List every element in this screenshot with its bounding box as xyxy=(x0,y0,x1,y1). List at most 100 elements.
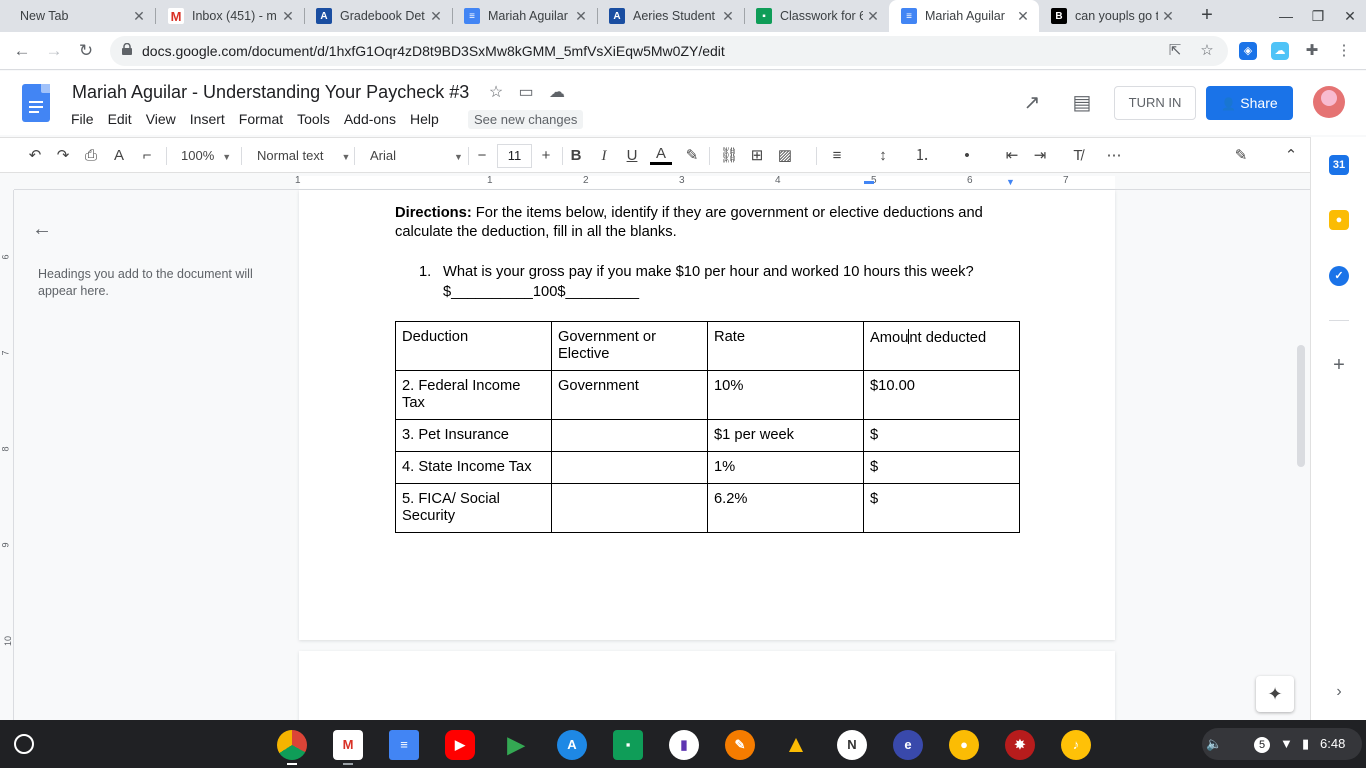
insert-link-icon[interactable]: ⛓ xyxy=(718,144,740,168)
avatar[interactable] xyxy=(1313,86,1345,118)
increase-indent-icon[interactable]: ⇥ xyxy=(1029,144,1051,168)
turn-in-button[interactable]: TURN IN xyxy=(1114,86,1196,120)
tab-brainly[interactable]: B can youpls go t ✕ xyxy=(1039,0,1184,32)
bookmark-star-icon[interactable]: ☆ xyxy=(1198,42,1216,60)
bulleted-list-icon[interactable]: • xyxy=(956,144,978,168)
e-app-icon[interactable]: e xyxy=(893,730,923,760)
collapse-toolbar-icon[interactable]: ⌃ xyxy=(1280,144,1302,168)
table-cell[interactable]: 3. Pet Insurance xyxy=(395,419,552,452)
tab-doc-1[interactable]: ≡ Mariah Aguilar ✕ xyxy=(452,0,597,32)
style-select[interactable]: Normal text ▼ xyxy=(257,144,350,168)
table-cell[interactable]: $ xyxy=(863,483,1020,533)
clear-formatting-icon[interactable]: T̸ xyxy=(1067,144,1089,168)
menu-edit[interactable]: Edit xyxy=(101,109,139,129)
aeries-app-icon[interactable]: A xyxy=(557,730,587,760)
text-color-icon[interactable]: A xyxy=(650,144,672,165)
docs-logo-icon[interactable] xyxy=(22,84,50,122)
table-cell[interactable]: Deduction xyxy=(395,321,552,371)
back-icon[interactable]: ← xyxy=(10,39,34,63)
table-cell[interactable]: 4. State Income Tax xyxy=(395,451,552,484)
menu-file[interactable]: File xyxy=(64,109,101,129)
close-icon[interactable]: ✕ xyxy=(278,8,298,25)
document-page[interactable]: Directions: For the items below, identif… xyxy=(299,190,1115,640)
see-new-changes-link[interactable]: See new changes xyxy=(468,110,584,129)
align-icon[interactable]: ≡ xyxy=(826,144,848,168)
table-cell[interactable] xyxy=(551,419,708,452)
table-cell[interactable]: 6.2% xyxy=(707,483,864,533)
undo-icon[interactable]: ↶ xyxy=(24,144,46,168)
font-select[interactable]: Arial ▼ xyxy=(370,144,463,168)
explore-icon[interactable]: ✦ xyxy=(1256,676,1294,712)
menu-insert[interactable]: Insert xyxy=(183,109,232,129)
reload-icon[interactable]: ↻ xyxy=(74,39,98,63)
red-app-icon[interactable]: ✸ xyxy=(1005,730,1035,760)
tab-aeries[interactable]: A Aeries Student ✕ xyxy=(597,0,744,32)
scrollbar-thumb[interactable] xyxy=(1297,345,1305,467)
add-comment-icon[interactable]: ⊞ xyxy=(746,144,768,168)
tab-doc-active[interactable]: ≡ Mariah Aguilar ✕ xyxy=(889,0,1039,32)
table-cell[interactable]: Rate xyxy=(707,321,864,371)
chevron-right-icon[interactable]: › xyxy=(1329,682,1349,702)
new-tab-button[interactable]: + xyxy=(1195,4,1219,28)
table-cell[interactable]: $10.00 xyxy=(863,370,1020,420)
table-cell[interactable]: Amount deducted xyxy=(863,321,1020,371)
left-indent-marker[interactable]: ▬ xyxy=(864,176,874,187)
close-icon[interactable]: ✕ xyxy=(426,8,446,25)
activity-trend-icon[interactable]: ↗ xyxy=(1020,91,1044,115)
underline-icon[interactable]: U xyxy=(621,144,643,168)
editing-mode-icon[interactable]: ✎ xyxy=(1230,144,1252,168)
bold-icon[interactable]: B xyxy=(565,144,587,168)
keep-icon[interactable]: ● xyxy=(1329,210,1349,230)
deductions-table[interactable]: Deduction Government or Elective Rate Am… xyxy=(395,321,1020,533)
launcher-icon[interactable] xyxy=(14,734,34,754)
add-on-plus-icon[interactable]: + xyxy=(1329,355,1349,375)
move-folder-icon[interactable]: ▭ xyxy=(516,83,536,103)
calendar-icon[interactable]: 31 xyxy=(1329,155,1349,175)
increase-font-size-icon[interactable]: + xyxy=(535,144,557,168)
n-app-icon[interactable]: N xyxy=(837,730,867,760)
menu-kebab-icon[interactable]: ⋮ xyxy=(1335,42,1353,60)
extension-shield-icon[interactable]: ◈ xyxy=(1239,42,1257,60)
extension-cloud-icon[interactable]: ☁ xyxy=(1271,42,1289,60)
cloud-status-icon[interactable]: ☁ xyxy=(547,83,567,103)
tab-gmail[interactable]: M Inbox (451) - m ✕ xyxy=(156,0,304,32)
paint-format-icon[interactable]: ⌐ xyxy=(136,144,158,168)
yellow-app-icon[interactable]: ♪ xyxy=(1061,730,1091,760)
print-icon[interactable]: ⎙ xyxy=(80,144,102,168)
table-cell[interactable]: 5. FICA/ Social Security xyxy=(395,483,552,533)
sketch-icon[interactable]: ✎ xyxy=(725,730,755,760)
highlight-icon[interactable]: ✎ xyxy=(681,144,703,168)
table-cell[interactable]: $ xyxy=(863,451,1020,484)
table-cell[interactable] xyxy=(551,451,708,484)
drive-icon[interactable]: ▲ xyxy=(781,730,811,760)
redo-icon[interactable]: ↷ xyxy=(52,144,74,168)
decrease-indent-icon[interactable]: ⇤ xyxy=(1001,144,1023,168)
restore-icon[interactable]: ❐ xyxy=(1306,4,1330,28)
extensions-puzzle-icon[interactable]: ✚ xyxy=(1303,42,1321,60)
books-icon[interactable]: ▮ xyxy=(669,730,699,760)
table-cell[interactable]: $1 per week xyxy=(707,419,864,452)
zoom-select[interactable]: 100% ▼ xyxy=(181,144,231,168)
numbered-list-icon[interactable]: ⒈ xyxy=(911,144,933,168)
tasks-icon[interactable]: ✓ xyxy=(1329,266,1349,286)
close-icon[interactable]: ✕ xyxy=(863,8,883,25)
close-icon[interactable]: ✕ xyxy=(1158,8,1178,25)
tab-new-tab[interactable]: New Tab ✕ xyxy=(0,0,155,32)
menu-format[interactable]: Format xyxy=(232,109,290,129)
document-page-2[interactable] xyxy=(299,651,1115,731)
youtube-icon[interactable]: ▶ xyxy=(445,730,475,760)
close-icon[interactable]: ✕ xyxy=(1013,8,1033,25)
close-window-icon[interactable]: ✕ xyxy=(1338,4,1362,28)
gmail-app-icon[interactable]: M xyxy=(333,730,363,760)
table-cell[interactable] xyxy=(551,483,708,533)
font-size-input[interactable]: 11 xyxy=(497,144,532,168)
open-in-window-icon[interactable]: ⇱ xyxy=(1166,42,1184,60)
close-icon[interactable]: ✕ xyxy=(571,8,591,25)
keep-app-icon[interactable]: ● xyxy=(949,730,979,760)
play-store-icon[interactable]: ▶ xyxy=(501,730,531,760)
right-indent-marker[interactable]: ▼ xyxy=(1006,177,1015,187)
share-button[interactable]: 👤 Share xyxy=(1206,86,1293,120)
table-cell[interactable]: 2. Federal Income Tax xyxy=(395,370,552,420)
spellcheck-icon[interactable]: A xyxy=(108,144,130,168)
docs-app-icon[interactable]: ≡ xyxy=(389,730,419,760)
